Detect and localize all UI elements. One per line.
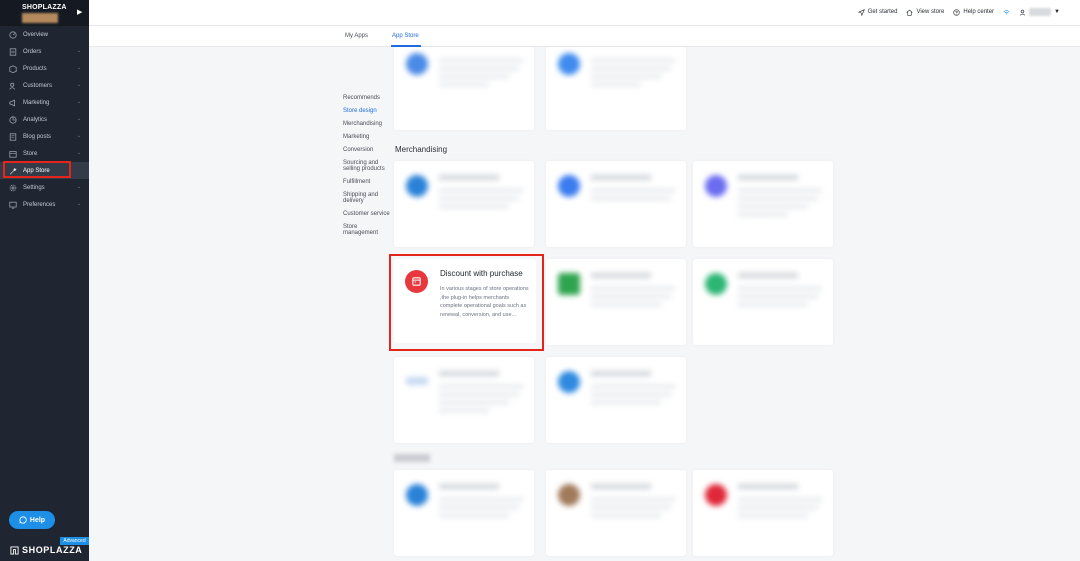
category-recommends[interactable]: Recommends [343, 95, 391, 101]
sidebar-item-analytics[interactable]: Analytics ⌄ [0, 111, 89, 128]
category-shipping[interactable]: Shipping and delivery [343, 192, 391, 204]
sidebar-item-label: Settings [23, 184, 45, 191]
category-fulfillment[interactable]: Fulfillment [343, 179, 391, 185]
sidebar-nav: Overview Orders ⌄ Products ⌄ Customers ⌄… [0, 26, 89, 213]
sidebar-item-label: Customers [23, 82, 53, 89]
sidebar-item-label: Marketing [23, 99, 50, 106]
chevron-down-icon: ⌄ [76, 82, 81, 88]
sidebar-item-settings[interactable]: Settings ⌄ [0, 179, 89, 196]
sidebar-item-customers[interactable]: Customers ⌄ [0, 77, 89, 94]
section-title-blurred [394, 454, 430, 462]
store-name: SHOPLAZZA [22, 4, 67, 11]
blog-icon [9, 132, 17, 141]
app-card[interactable] [693, 161, 833, 247]
products-icon [9, 64, 17, 73]
category-customer-service[interactable]: Customer service [343, 211, 391, 217]
shoplazza-logo: SHOPLAZZA [10, 545, 82, 555]
category-menu: Recommends Store design Merchandising Ma… [343, 95, 391, 243]
sidebar-item-label: Products [23, 65, 47, 72]
highlight-box [389, 254, 544, 351]
app-card[interactable] [546, 47, 686, 130]
plan-badge: Advanced [60, 537, 89, 545]
sidebar-item-label: Overview [23, 31, 49, 38]
sidebar-item-products[interactable]: Products ⌄ [0, 60, 89, 77]
preferences-icon [9, 201, 17, 209]
category-sourcing[interactable]: Sourcing and selling products [343, 160, 391, 172]
app-card[interactable] [394, 161, 534, 247]
app-card[interactable] [693, 470, 833, 556]
help-center-link[interactable]: Help center [953, 8, 995, 16]
sidebar-item-label: Store [23, 150, 38, 157]
user-icon [1019, 9, 1026, 16]
customers-icon [9, 82, 17, 90]
sidebar-item-label: Analytics [23, 116, 48, 123]
chevron-down-icon: ⌄ [76, 99, 81, 105]
chevron-down-icon: ⌄ [76, 150, 81, 156]
sidebar-item-orders[interactable]: Orders ⌄ [0, 43, 89, 60]
caret-right-icon: ▶ [77, 9, 83, 16]
category-store-management[interactable]: Store management [343, 224, 391, 236]
chat-icon [19, 516, 27, 524]
help-center-label: Help center [963, 9, 995, 15]
app-card[interactable] [394, 470, 534, 556]
sidebar-item-label: Preferences [23, 201, 56, 208]
category-marketing[interactable]: Marketing [343, 134, 391, 140]
view-store-link[interactable]: View store [906, 9, 944, 16]
store-switcher[interactable]: SHOPLAZZA ▶ [0, 0, 89, 26]
marketing-icon [9, 99, 17, 107]
app-card[interactable] [546, 259, 686, 345]
paper-plane-icon [857, 8, 865, 16]
app-card[interactable] [394, 47, 534, 130]
help-label: Help [29, 516, 46, 524]
sidebar-item-blog-posts[interactable]: Blog posts ⌄ [0, 128, 89, 145]
chevron-down-icon: ⌄ [76, 184, 81, 190]
app-card[interactable] [394, 357, 534, 443]
tab-my-apps[interactable]: My Apps [345, 33, 368, 39]
app-card[interactable] [546, 470, 686, 556]
view-store-label: View store [916, 9, 945, 15]
question-circle-icon [953, 8, 960, 16]
sidebar-item-label: Blog posts [23, 133, 52, 140]
app-card[interactable] [546, 357, 686, 443]
get-started-label: Get started [867, 9, 898, 15]
logo-mark-icon [10, 545, 19, 555]
tab-app-store[interactable]: App Store [392, 33, 419, 39]
analytics-icon [9, 115, 17, 124]
chevron-down-icon: ⌄ [76, 65, 81, 71]
caret-down-icon: ▼ [1054, 9, 1060, 15]
wifi-icon [1003, 9, 1010, 14]
gear-icon [9, 184, 17, 192]
footer-logo-text: SHOPLAZZA [22, 545, 83, 555]
category-conversion[interactable]: Conversion [343, 147, 391, 153]
category-store-design[interactable]: Store design [343, 108, 391, 114]
get-started-link[interactable]: Get started [857, 8, 898, 16]
app-card[interactable] [546, 161, 686, 247]
store-icon [9, 150, 17, 158]
chevron-down-icon: ⌄ [76, 201, 81, 207]
overview-icon [9, 30, 17, 39]
sidebar-item-marketing[interactable]: Marketing ⌄ [0, 94, 89, 111]
home-icon [906, 9, 913, 16]
sidebar-item-overview[interactable]: Overview [0, 26, 89, 43]
account-menu[interactable]: ▼ [1019, 8, 1060, 16]
sidebar: SHOPLAZZA ▶ Overview Orders ⌄ Products ⌄… [0, 0, 89, 561]
chevron-down-icon: ⌄ [76, 133, 81, 139]
sidebar-item-preferences[interactable]: Preferences ⌄ [0, 196, 89, 213]
orders-icon [9, 47, 17, 56]
chevron-down-icon: ⌄ [76, 116, 81, 122]
top-bar: Get started View store Help center ▼ [89, 0, 1080, 26]
sidebar-item-store[interactable]: Store ⌄ [0, 145, 89, 162]
chevron-down-icon: ⌄ [76, 48, 81, 54]
network-status[interactable] [1003, 9, 1010, 16]
section-title-merchandising: Merchandising [395, 145, 448, 154]
app-card[interactable] [693, 259, 833, 345]
tab-bar: My Apps App Store [89, 26, 1080, 47]
sidebar-item-label: Orders [23, 48, 42, 55]
category-merchandising[interactable]: Merchandising [343, 121, 391, 127]
store-thumbnail [22, 13, 58, 23]
help-button[interactable]: Help [9, 511, 55, 529]
account-name [1029, 8, 1052, 16]
highlight-box [3, 161, 71, 178]
